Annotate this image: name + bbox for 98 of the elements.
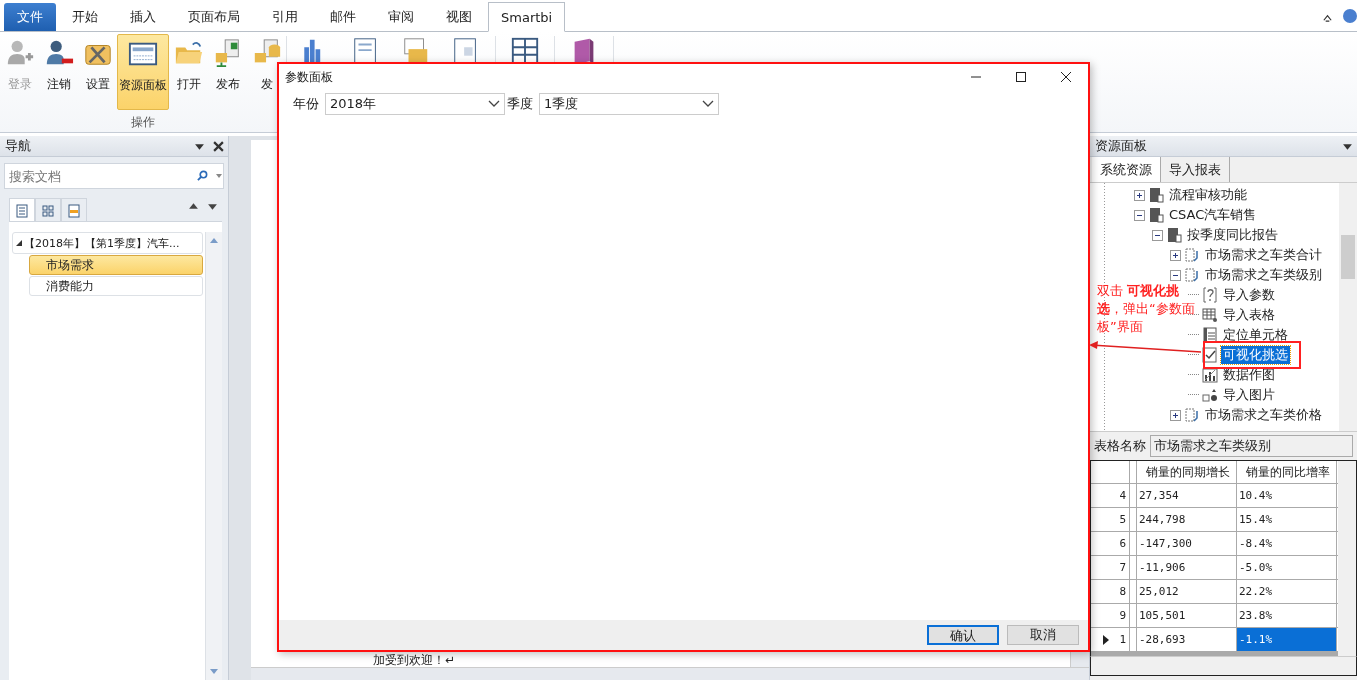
thumbnails-icon <box>42 203 54 218</box>
table-icon <box>1202 307 1218 323</box>
report-icon <box>1184 407 1200 423</box>
collapse-icon[interactable] <box>1134 209 1145 221</box>
view-tab[interactable] <box>61 198 87 222</box>
headings-icon <box>16 203 28 218</box>
ribbon-button[interactable]: 注销 <box>39 34 78 110</box>
report-icon <box>1184 247 1200 263</box>
field-label: 表格名称 <box>1094 437 1146 455</box>
chart-icon <box>1202 367 1218 383</box>
report-icon <box>1184 267 1200 283</box>
tree-item[interactable]: 可视化挑选 <box>1221 346 1290 364</box>
panel-title: 资源面板 <box>1094 137 1148 155</box>
scrollbar[interactable] <box>1339 183 1357 431</box>
search-icon <box>197 170 208 181</box>
field-label: 年份 <box>293 95 319 113</box>
cell-icon <box>1202 327 1218 343</box>
cancel-button[interactable]: 取消 <box>1007 625 1079 645</box>
chevron-down-icon <box>488 100 500 108</box>
table-cell: -147,300 <box>1137 532 1237 555</box>
field-label: 季度 <box>507 95 533 113</box>
expand-icon[interactable] <box>1134 189 1145 201</box>
ribbon-tab[interactable]: Smartbi <box>488 2 566 32</box>
view-tab[interactable] <box>35 198 61 222</box>
table-cell: 27,354 <box>1137 484 1237 507</box>
table-cell: -8.4% <box>1237 532 1337 555</box>
tree-item[interactable]: 导入参数 <box>1221 286 1277 304</box>
table-cell: 15.4% <box>1237 508 1337 531</box>
ribbon-tab[interactable]: 页面布局 <box>172 3 256 31</box>
table-name-field[interactable]: 市场需求之车类级别 <box>1150 435 1353 457</box>
maximize-icon[interactable] <box>1015 71 1027 83</box>
heading-item[interactable]: 消费能力 <box>29 276 203 296</box>
group-label: 操作 <box>131 114 155 131</box>
dialog-title: 参数面板 <box>285 68 333 86</box>
ribbon-button[interactable]: 发布 <box>208 34 247 110</box>
table-cell: 22.2% <box>1237 580 1337 603</box>
image-icon <box>1202 387 1218 403</box>
tree-item[interactable]: 定位单元格 <box>1221 326 1290 344</box>
table-cell: 25,012 <box>1137 580 1237 603</box>
scrollbar[interactable] <box>1338 461 1356 656</box>
previous-icon[interactable] <box>188 200 199 212</box>
table-cell: 10.4% <box>1237 484 1337 507</box>
parameter-icon <box>1202 287 1218 303</box>
document-text: 加受到欢迎！↵ <box>373 653 456 667</box>
current-row-icon <box>1103 634 1110 645</box>
panel-tab[interactable]: 系统资源 <box>1092 157 1161 182</box>
tree-item[interactable]: 导入图片 <box>1221 386 1277 404</box>
ribbon-tab[interactable]: 引用 <box>256 3 314 31</box>
column-header: 销量的同期增长 <box>1137 461 1237 483</box>
dropdown-field[interactable]: 2018年 <box>325 93 505 115</box>
expand-icon[interactable] <box>1170 409 1181 421</box>
tree-item[interactable]: 导入表格 <box>1221 306 1277 324</box>
ribbon-tab[interactable]: 插入 <box>114 3 172 31</box>
collapse-icon[interactable] <box>1170 269 1181 281</box>
tree-item[interactable]: 市场需求之车类合计 <box>1203 246 1324 264</box>
scrollbar[interactable] <box>251 667 1089 680</box>
close-icon[interactable] <box>213 140 224 152</box>
collapse-ribbon-icon[interactable] <box>1322 12 1333 23</box>
table-cell: -5.0% <box>1237 556 1337 579</box>
heading-text: 【2018年】【第1季度】汽车... <box>24 235 180 251</box>
collapse-icon[interactable] <box>1152 229 1163 241</box>
dropdown-field[interactable]: 1季度 <box>539 93 719 115</box>
close-icon[interactable] <box>1060 71 1072 83</box>
folder-icon <box>1166 227 1182 243</box>
ribbon-tab[interactable]: 开始 <box>56 3 114 31</box>
table-cell: 105,501 <box>1137 604 1237 627</box>
file-menu-button[interactable]: 文件 <box>4 3 56 31</box>
tree-item[interactable]: CSAC汽车销售 <box>1167 206 1259 224</box>
annotation-text: 双击 可视化挑选，弹出“参数面板”界面 <box>1097 282 1196 336</box>
tree-item[interactable]: 按季度同比报告 <box>1185 226 1280 244</box>
folder-icon <box>1148 187 1164 203</box>
chevron-down-icon <box>702 100 714 108</box>
tree-item[interactable]: 市场需求之车类价格 <box>1203 406 1324 424</box>
scrollbar[interactable] <box>1090 656 1357 676</box>
panel-title: 导航 <box>4 137 32 155</box>
table-cell: -11,906 <box>1137 556 1237 579</box>
tree-item[interactable]: 市场需求之车类级别 <box>1203 266 1324 284</box>
collapse-icon[interactable] <box>16 240 22 246</box>
tree-item[interactable]: 流程审核功能 <box>1167 186 1249 204</box>
table-cell: 244,798 <box>1137 508 1237 531</box>
column-header: 销量的同比增率 <box>1237 461 1337 483</box>
panel-tab[interactable]: 导入报表 <box>1161 157 1230 182</box>
confirm-button[interactable]: 确认 <box>927 625 999 645</box>
ribbon-tab[interactable]: 邮件 <box>314 3 372 31</box>
table-cell: 23.8% <box>1237 604 1337 627</box>
table-cell: -1.1% <box>1237 628 1337 651</box>
expand-icon[interactable] <box>1170 249 1181 261</box>
ribbon-tab[interactable]: 审阅 <box>372 3 430 31</box>
ribbon-button[interactable]: 打开 <box>169 34 208 110</box>
heading-item[interactable]: 【2018年】【第1季度】汽车... <box>12 232 203 254</box>
heading-item[interactable]: 市场需求 <box>29 255 203 275</box>
search-field[interactable]: 搜索文档 <box>4 163 224 189</box>
ribbon-tab[interactable]: 视图 <box>430 3 488 31</box>
folder-icon <box>1148 207 1164 223</box>
tree-item[interactable]: 数据作图 <box>1221 366 1277 384</box>
ribbon-button[interactable]: 资源面板 <box>117 34 169 110</box>
results-icon <box>68 203 80 218</box>
ribbon-button[interactable]: 设置 <box>78 34 117 110</box>
